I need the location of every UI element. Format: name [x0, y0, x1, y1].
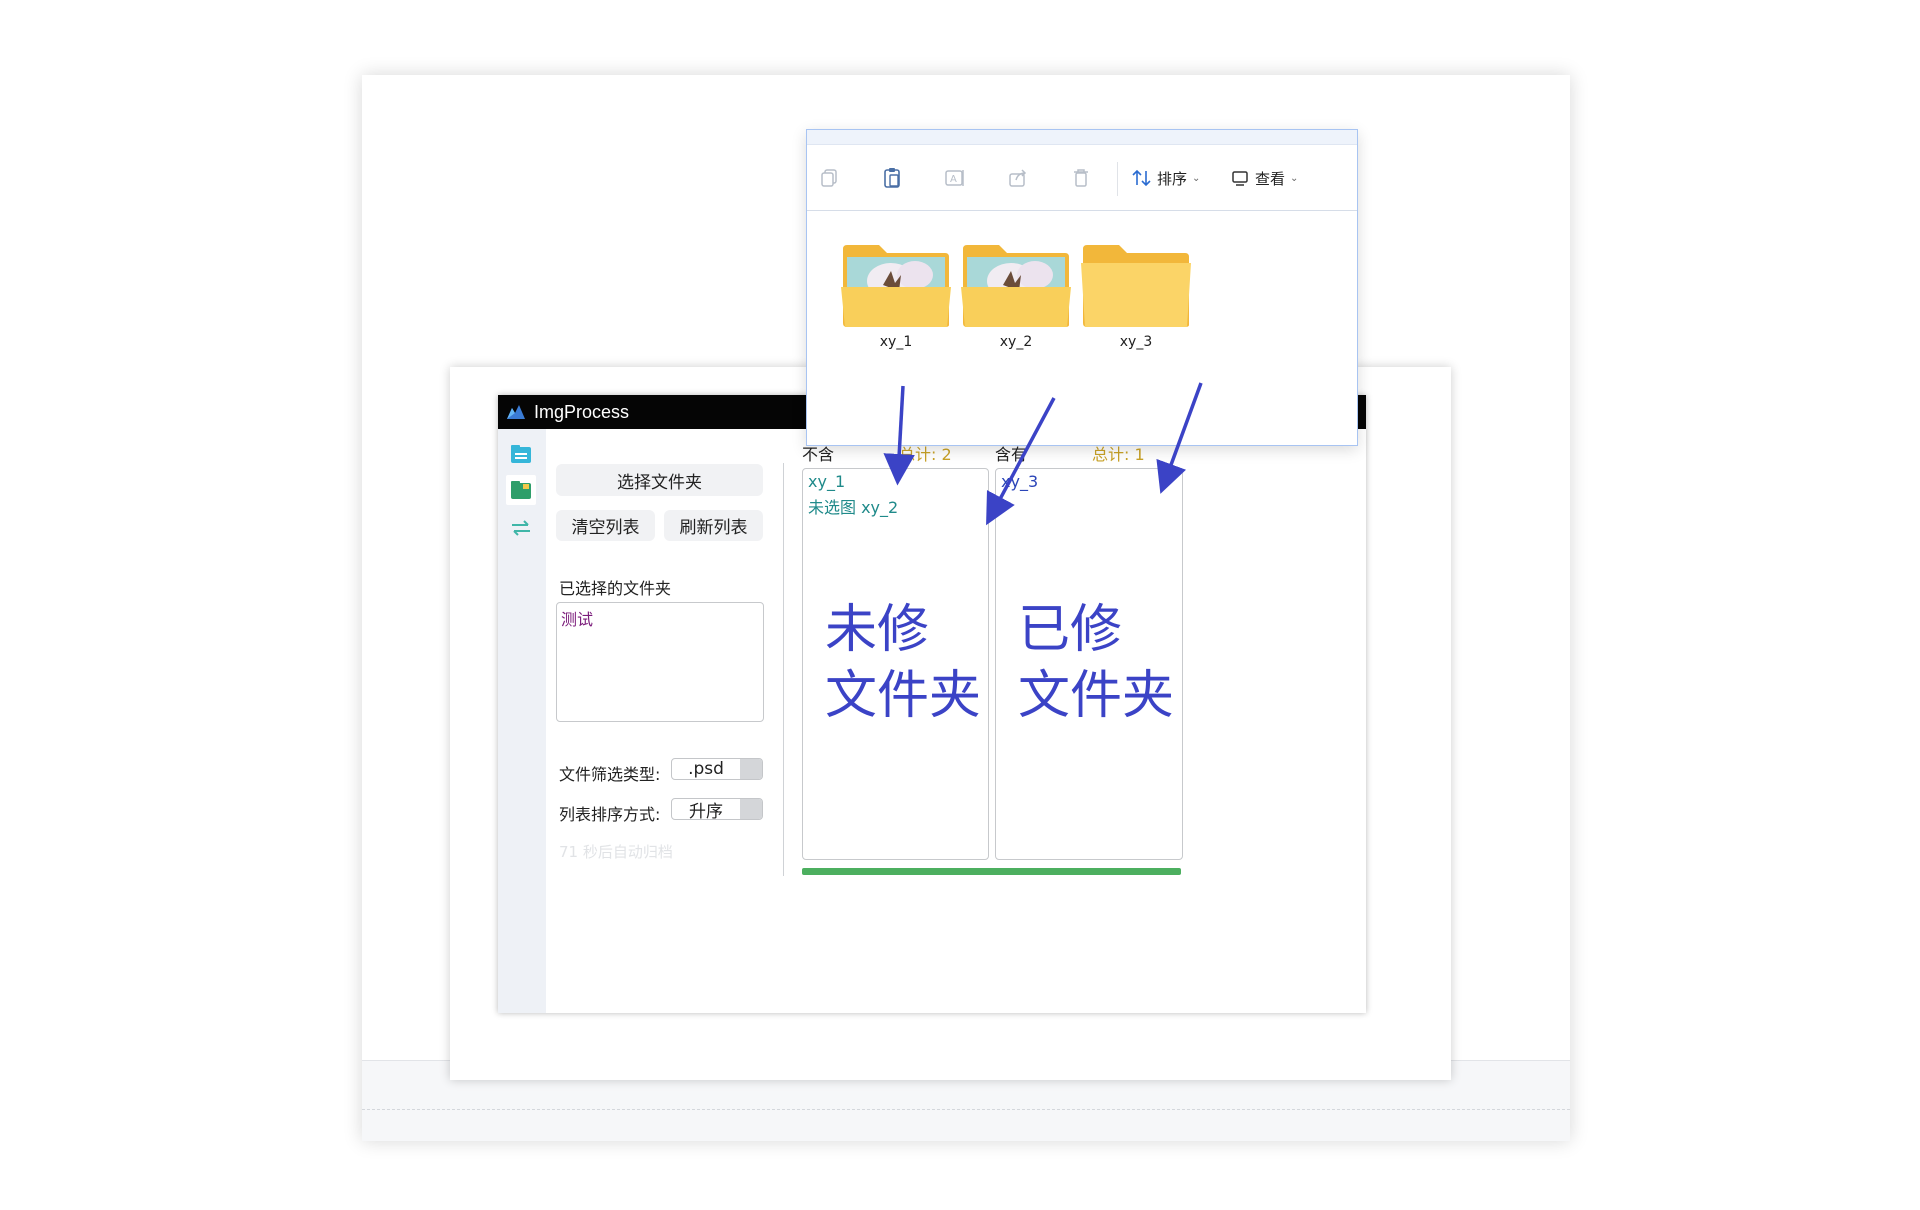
- sidebar-files-button[interactable]: [506, 439, 536, 469]
- view-icon: [1232, 171, 1248, 186]
- folder-xy-2[interactable]: xy_2: [959, 241, 1073, 350]
- folder-name: xy_3: [1119, 334, 1153, 350]
- folder-xy-1[interactable]: xy_1: [839, 241, 953, 350]
- panel-divider: [783, 463, 784, 876]
- selected-folders-label: 已选择的文件夹: [559, 579, 672, 598]
- sidebar-transfer-button[interactable]: [506, 513, 536, 543]
- folder-icon: [1081, 245, 1191, 327]
- view-label: 查看: [1255, 169, 1286, 188]
- sort-order-label: 列表排序方式:: [559, 805, 661, 824]
- sidebar-folder-button[interactable]: [506, 475, 536, 505]
- app-logo-icon: [506, 403, 526, 421]
- left-annotation-line1: 未修: [825, 600, 930, 660]
- list-item[interactable]: xy_1: [808, 472, 845, 491]
- left-annotation-line2: 文件夹: [825, 666, 982, 726]
- sort-label: 排序: [1157, 169, 1188, 188]
- svg-text:A: A: [950, 174, 957, 185]
- right-annotation-line1: 已修: [1018, 600, 1123, 660]
- rename-icon[interactable]: A: [943, 166, 967, 190]
- swap-arrows-icon: [512, 520, 530, 536]
- list-item[interactable]: xy_3: [1001, 472, 1038, 491]
- folder-with-preview-icon: [961, 245, 1071, 327]
- folder-image-icon: [511, 481, 531, 499]
- view-button[interactable]: 查看 ⌄: [1230, 166, 1298, 190]
- sort-order-value: 升序: [689, 801, 723, 822]
- sort-icon: [1132, 169, 1151, 187]
- imgprocess-window: ImgProcess 选择文件夹 清空列表 刷新列表 已选择的文件夹 测试 文件…: [498, 395, 1366, 1013]
- progress-bar: [802, 868, 1181, 875]
- share-icon[interactable]: [1006, 166, 1030, 190]
- footer-divider: [362, 1109, 1570, 1110]
- sidebar: [498, 429, 546, 1013]
- paste-icon[interactable]: [880, 166, 904, 190]
- copy-icon[interactable]: [817, 166, 841, 190]
- folder-name: xy_1: [879, 334, 913, 350]
- folder-with-preview-icon: [841, 245, 951, 327]
- file-explorer-window: A 排序 ⌄ 查看 ⌄ xy_1 xy_2 xy_3: [806, 129, 1358, 446]
- filter-dropdown-arrow[interactable]: [740, 759, 762, 779]
- selected-folder-item[interactable]: 测试: [561, 606, 593, 630]
- clear-list-button[interactable]: 清空列表: [556, 510, 655, 541]
- right-annotation: 已修 文件夹: [1018, 597, 1174, 729]
- refresh-list-button[interactable]: 刷新列表: [664, 510, 763, 541]
- explorer-toolbar: A 排序 ⌄ 查看 ⌄: [807, 144, 1357, 211]
- sort-button[interactable]: 排序 ⌄: [1132, 166, 1200, 190]
- sort-dropdown-arrow[interactable]: [740, 799, 762, 819]
- chevron-down-icon: ⌄: [1290, 172, 1299, 184]
- selected-folders-list[interactable]: 测试: [556, 602, 764, 722]
- select-folder-button[interactable]: 选择文件夹: [556, 464, 763, 496]
- filter-type-select[interactable]: .psd: [671, 758, 763, 780]
- delete-icon[interactable]: [1069, 166, 1093, 190]
- right-annotation-line2: 文件夹: [1018, 666, 1175, 726]
- filter-type-value: .psd: [688, 759, 724, 779]
- filter-type-label: 文件筛选类型:: [559, 765, 661, 784]
- file-list-icon: [511, 445, 531, 463]
- list-item[interactable]: 未选图 xy_2: [808, 494, 898, 518]
- folder-name: xy_2: [999, 334, 1033, 350]
- explorer-title-strip: [807, 130, 1357, 145]
- chevron-down-icon: ⌄: [1192, 172, 1201, 184]
- progress-fill: [802, 868, 1181, 875]
- folder-xy-3[interactable]: xy_3: [1079, 241, 1193, 350]
- right-file-list[interactable]: xy_3 已修 文件夹: [995, 468, 1183, 860]
- left-annotation: 未修 文件夹: [825, 597, 981, 729]
- toolbar-separator: [1117, 162, 1118, 196]
- left-file-list[interactable]: xy_1 未选图 xy_2 未修 文件夹: [802, 468, 989, 860]
- sort-order-select[interactable]: 升序: [671, 798, 763, 822]
- auto-archive-countdown: 71 秒后自动归档: [559, 843, 673, 861]
- window-title: ImgProcess: [534, 401, 630, 422]
